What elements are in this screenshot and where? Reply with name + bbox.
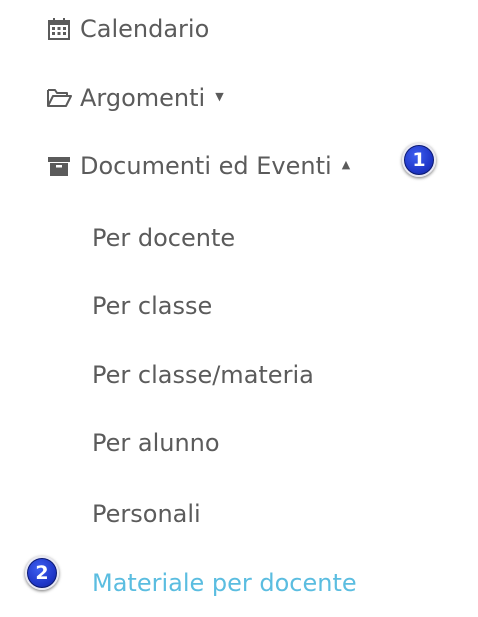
submenu-item-per-classe[interactable]: Per classe <box>92 286 212 326</box>
menu-item-argomenti-label: Argomenti <box>80 84 206 112</box>
submenu-item-label: Per alunno <box>92 429 220 457</box>
submenu-item-per-classe-materia[interactable]: Per classe/materia <box>92 355 314 395</box>
folder-open-icon <box>46 85 72 111</box>
menu-item-documenti-label: Documenti ed Eventi <box>80 152 332 180</box>
submenu-item-per-alunno[interactable]: Per alunno <box>92 423 220 463</box>
submenu-item-materiale-per-docente[interactable]: Materiale per docente <box>92 563 357 603</box>
calendar-icon <box>46 16 72 42</box>
archive-icon <box>46 153 72 179</box>
submenu-item-personali[interactable]: Personali <box>92 494 201 534</box>
menu-item-calendario-label: Calendario <box>80 15 210 43</box>
menu-item-documenti-ed-eventi[interactable]: Documenti ed Eventi ▲ <box>46 146 350 186</box>
menu-item-argomenti[interactable]: Argomenti ▼ <box>46 78 224 118</box>
submenu-item-label: Materiale per docente <box>92 569 357 597</box>
menu-item-calendario[interactable]: Calendario <box>46 9 209 49</box>
submenu-item-label: Per classe/materia <box>92 361 314 389</box>
step-badge-1: 1 <box>402 143 436 177</box>
submenu-item-label: Personali <box>92 500 201 528</box>
step-badge-2: 2 <box>25 556 59 590</box>
sidebar-menu: Calendario Argomenti ▼ Documenti ed Even… <box>0 0 478 617</box>
submenu-item-label: Per classe <box>92 292 213 320</box>
step-badge-number: 2 <box>35 561 49 584</box>
caret-up-icon: ▲ <box>341 157 351 171</box>
step-badge-number: 1 <box>412 148 426 171</box>
caret-down-icon: ▼ <box>215 89 224 103</box>
submenu-item-per-docente[interactable]: Per docente <box>92 218 235 258</box>
submenu-item-label: Per docente <box>92 224 236 252</box>
